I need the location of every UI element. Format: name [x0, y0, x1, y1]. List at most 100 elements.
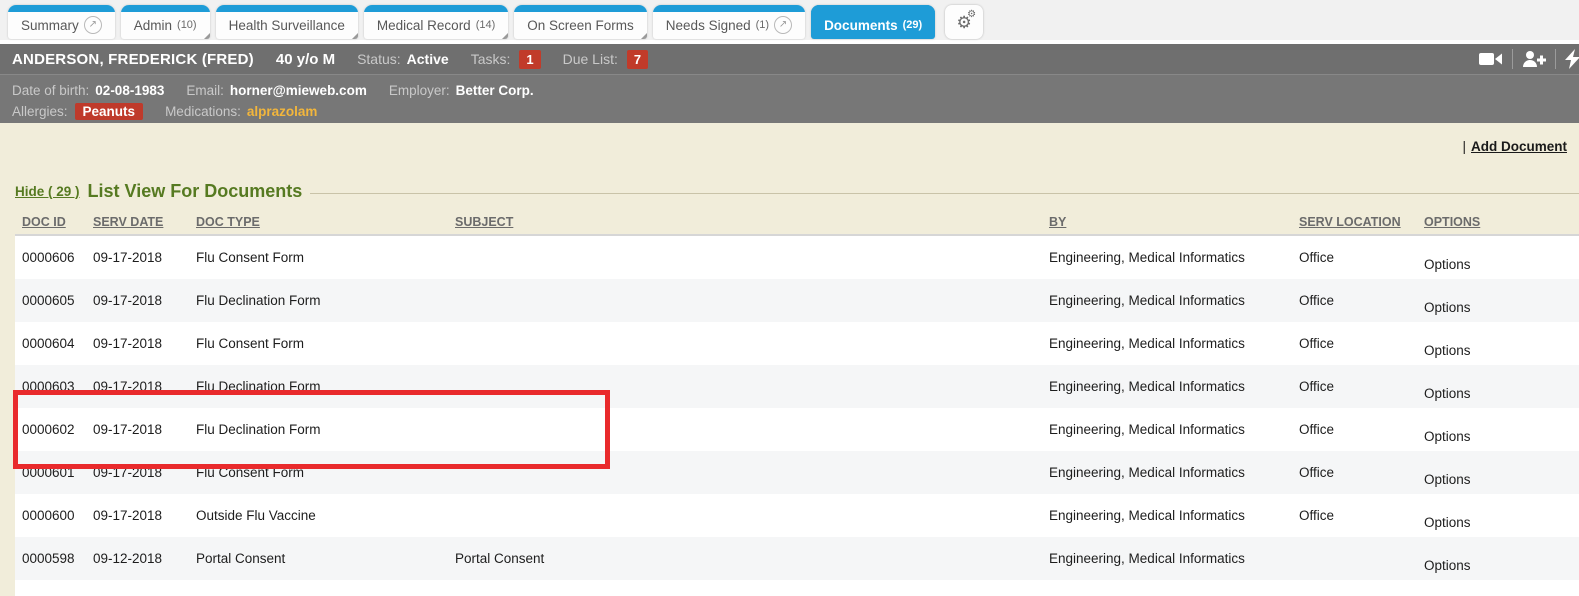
table-row[interactable]: 0000606 09-17-2018 Flu Consent Form Engi…	[15, 236, 1579, 279]
serv-location-cell: Office	[1299, 250, 1424, 265]
doc-type-cell: Flu Declination Form	[196, 379, 455, 394]
options-button[interactable]: Options	[1424, 472, 1579, 487]
table-row[interactable]: 0000604 09-17-2018 Flu Consent Form Engi…	[15, 322, 1579, 365]
table-row[interactable]: 0000599 04-20-2018 Portal Questionnaire …	[15, 580, 1579, 596]
header-icon-group	[1479, 49, 1579, 69]
tab-label: Health Surveillance	[229, 18, 345, 33]
table-row[interactable]: 0000601 09-17-2018 Flu Consent Form Engi…	[15, 451, 1579, 494]
serv-date-cell: 09-17-2018	[93, 250, 196, 265]
tab-count: (29)	[903, 19, 923, 31]
table-row[interactable]: 0000598 09-12-2018 Portal Consent Portal…	[15, 537, 1579, 580]
tab-accent-bar	[514, 5, 647, 12]
icon-separator	[1555, 49, 1556, 69]
options-button[interactable]: Options	[1424, 343, 1579, 358]
tab-on-screen-forms[interactable]: On Screen Forms	[514, 5, 647, 39]
patient-demographics-line: Date of birth: 02-08-1983 Email: horner@…	[12, 80, 1579, 101]
table-row[interactable]: 0000602 09-17-2018 Flu Declination Form …	[15, 408, 1579, 451]
header-by[interactable]: BY	[1049, 215, 1299, 229]
documents-content: | Add Document Hide ( 29 ) List View For…	[0, 123, 1579, 596]
tab-accent-bar	[8, 5, 115, 12]
header-serv-date[interactable]: SERV DATE	[93, 215, 196, 229]
serv-location-cell: Office	[1299, 508, 1424, 523]
by-cell: Engineering, Medical Informatics	[1049, 422, 1299, 437]
by-cell: Engineering, Medical Informatics	[1049, 336, 1299, 351]
dob-value: 02-08-1983	[95, 83, 164, 98]
doc-id-cell: 0000600	[22, 508, 93, 523]
doc-type-cell: Flu Declination Form	[196, 293, 455, 308]
tab-summary[interactable]: Summary ↗	[8, 5, 115, 39]
doc-id-cell: 0000603	[22, 379, 93, 394]
by-cell: Engineering, Medical Informatics	[1049, 293, 1299, 308]
serv-date-cell: 09-17-2018	[93, 336, 196, 351]
email-value: horner@mieweb.com	[230, 83, 367, 98]
tab-documents[interactable]: Documents (29)	[811, 5, 935, 39]
add-person-icon[interactable]	[1522, 50, 1546, 68]
open-in-new-icon: ↗	[774, 16, 792, 34]
employer-value: Better Corp.	[456, 83, 534, 98]
patient-age-sex: 40 y/o M	[276, 51, 335, 68]
tab-accent-bar	[121, 5, 210, 12]
legend-rule	[310, 193, 1579, 194]
serv-date-cell: 09-17-2018	[93, 465, 196, 480]
email-label: Email:	[186, 83, 224, 98]
header-options[interactable]: OPTIONS	[1424, 215, 1579, 229]
flash-icon[interactable]	[1565, 49, 1579, 69]
table-body: 0000606 09-17-2018 Flu Consent Form Engi…	[15, 236, 1579, 596]
options-button[interactable]: Options	[1424, 386, 1579, 401]
section-header: Hide ( 29 ) List View For Documents	[15, 181, 1579, 202]
due-list-count-badge[interactable]: 7	[627, 50, 648, 69]
header-doc-type[interactable]: DOC TYPE	[196, 215, 455, 229]
tab-needs-signed[interactable]: Needs Signed (1) ↗	[653, 5, 805, 39]
medication-value[interactable]: alprazolam	[247, 104, 318, 119]
status-label: Status:	[357, 51, 401, 67]
serv-date-cell: 09-17-2018	[93, 379, 196, 394]
subject-cell: Portal Consent	[455, 551, 1049, 566]
header-doc-id[interactable]: DOC ID	[22, 215, 93, 229]
tab-accent-bar	[216, 5, 358, 12]
doc-type-cell: Flu Consent Form	[196, 465, 455, 480]
allergy-badge[interactable]: Peanuts	[75, 103, 144, 120]
by-cell: Engineering, Medical Informatics	[1049, 465, 1299, 480]
document-toolbar: | Add Document	[0, 123, 1579, 155]
table-row[interactable]: 0000600 09-17-2018 Outside Flu Vaccine E…	[15, 494, 1579, 537]
tab-accent-bar	[811, 5, 935, 12]
table-header-row: DOC ID SERV DATE DOC TYPE SUBJECT BY SER…	[15, 210, 1579, 236]
tab-count: (10)	[177, 19, 197, 31]
options-button[interactable]: Options	[1424, 558, 1579, 573]
table-row[interactable]: 0000603 09-17-2018 Flu Declination Form …	[15, 365, 1579, 408]
tab-admin[interactable]: Admin (10)	[121, 5, 210, 39]
serv-location-cell: Office	[1299, 293, 1424, 308]
dropdown-fold-icon	[502, 33, 508, 39]
dropdown-fold-icon	[352, 33, 358, 39]
header-serv-location[interactable]: SERV LOCATION	[1299, 215, 1424, 229]
options-button[interactable]: Options	[1424, 257, 1579, 272]
status-value: Active	[407, 51, 449, 67]
tab-label: Documents	[824, 18, 898, 33]
gear-small-icon: ⚙	[967, 10, 976, 20]
tasks-count-badge[interactable]: 1	[519, 50, 540, 69]
open-in-new-icon: ↗	[84, 16, 102, 34]
tab-accent-bar	[364, 5, 508, 12]
tab-medical-record[interactable]: Medical Record (14)	[364, 5, 508, 39]
tab-label: Needs Signed	[666, 18, 751, 33]
hide-link[interactable]: Hide ( 29 )	[15, 184, 80, 199]
tab-label: On Screen Forms	[527, 18, 634, 33]
video-camera-icon[interactable]	[1479, 51, 1503, 67]
serv-location-cell: Office	[1299, 379, 1424, 394]
doc-id-cell: 0000605	[22, 293, 93, 308]
header-subject[interactable]: SUBJECT	[455, 215, 1049, 229]
serv-location-cell: Office	[1299, 336, 1424, 351]
options-button[interactable]: Options	[1424, 429, 1579, 444]
tab-health-surveillance[interactable]: Health Surveillance	[216, 5, 358, 39]
patient-header: ANDERSON, FREDERICK (FRED) 40 y/o M Stat…	[0, 44, 1579, 74]
doc-id-cell: 0000602	[22, 422, 93, 437]
table-row[interactable]: 0000605 09-17-2018 Flu Declination Form …	[15, 279, 1579, 322]
options-button[interactable]: Options	[1424, 515, 1579, 530]
doc-type-cell: Outside Flu Vaccine	[196, 508, 455, 523]
options-button[interactable]: Options	[1424, 300, 1579, 315]
due-list-label: Due List:	[563, 51, 618, 67]
settings-button[interactable]: ⚙ ⚙	[945, 5, 983, 39]
serv-location-cell: Office	[1299, 422, 1424, 437]
tab-label: Medical Record	[377, 18, 471, 33]
add-document-link[interactable]: Add Document	[1471, 139, 1567, 154]
